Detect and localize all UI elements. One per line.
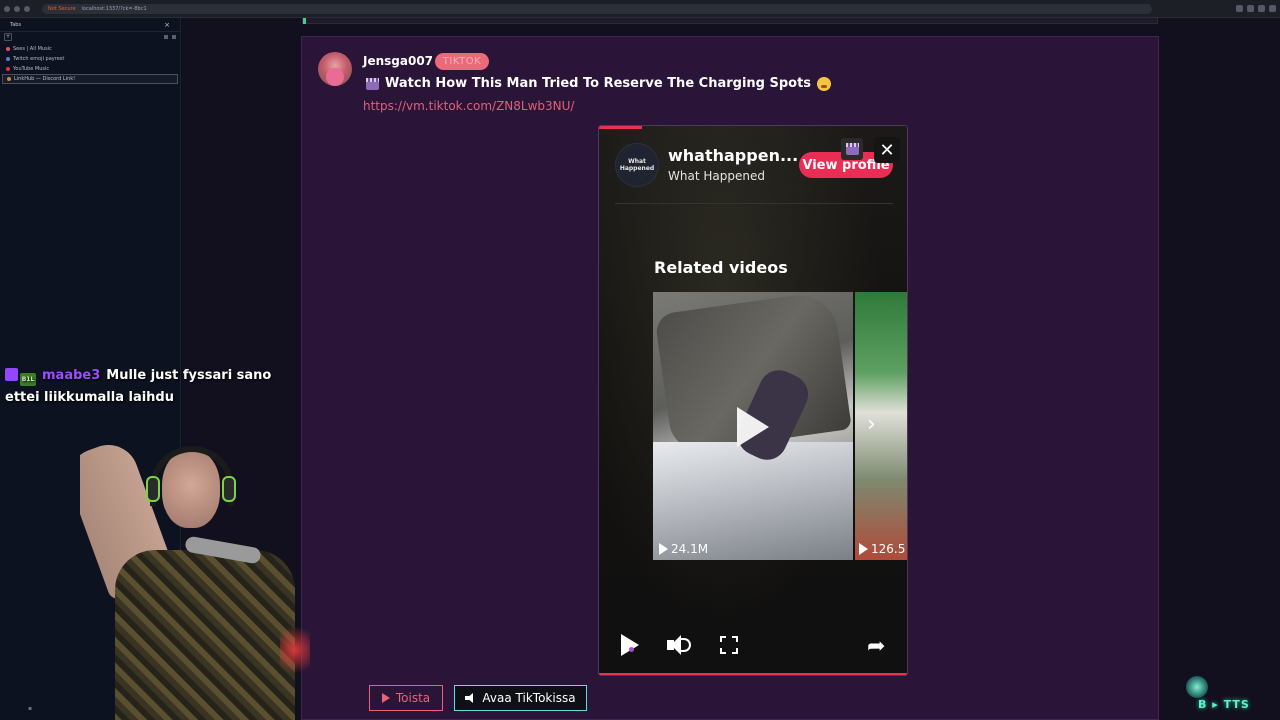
tab-favicon-icon: [6, 67, 10, 71]
grimace-emoji-icon: [817, 76, 832, 91]
bot-icon: [1186, 676, 1208, 698]
webcam-overlay: [80, 440, 310, 720]
security-indicator: Not Secure: [48, 5, 76, 12]
post-title: Watch How This Man Tried To Reserve The …: [385, 76, 812, 91]
sidebar-tab-item[interactable]: Sees | All Music: [2, 44, 178, 54]
tiktok-embed[interactable]: What Happened whathappen... What Happene…: [598, 125, 908, 676]
extension-icon[interactable]: [1236, 5, 1243, 12]
twitch-icon: [5, 368, 18, 381]
video-progress-bar[interactable]: [599, 126, 907, 129]
post-link[interactable]: https://vm.tiktok.com/ZN8Lwb3NU/: [363, 99, 574, 113]
view-count: 126.5: [859, 542, 905, 556]
view-count-text: 24.1M: [671, 542, 709, 556]
related-video-thumbnail[interactable]: [855, 292, 907, 560]
trash-icon[interactable]: ▪: [28, 705, 32, 712]
collapse-icon[interactable]: [164, 35, 168, 39]
forward-icon[interactable]: [14, 5, 20, 12]
close-icon[interactable]: ✕: [874, 137, 900, 163]
play-button-label: Toista: [395, 691, 431, 705]
video-progress-fill: [599, 126, 643, 129]
open-in-tiktok-button[interactable]: Avaa TikTokissa: [454, 685, 587, 711]
tts-badge: B ▸ TTS: [1140, 676, 1265, 716]
view-count-text: 126.5: [871, 542, 906, 556]
avatar[interactable]: [318, 52, 352, 86]
view-count: 24.1M: [659, 542, 708, 556]
sidebar-header: Tabs ×: [0, 18, 180, 32]
play-icon[interactable]: [737, 407, 769, 447]
speaker-icon: [465, 693, 476, 703]
chat-message: B1L maabe3 Mulle just fyssari sano ettei l…: [5, 365, 300, 409]
new-tab-button[interactable]: +: [4, 33, 12, 41]
sidebar-tab-item[interactable]: Twitch emoji payrest: [2, 54, 178, 64]
back-icon[interactable]: [4, 5, 10, 12]
sidebar-toolbar: +: [0, 32, 180, 42]
tab-favicon-icon: [7, 77, 11, 81]
post-title-row: Watch How This Man Tried To Reserve The …: [366, 76, 832, 91]
subscriber-badge: B1L: [20, 373, 36, 386]
previous-card-edge: [302, 18, 1158, 24]
fullscreen-icon[interactable]: [720, 636, 738, 654]
sidebar-tab-label: Twitch emoji payrest: [13, 56, 65, 62]
menu-icon[interactable]: [1269, 5, 1276, 12]
address-bar[interactable]: Not Secure localhost:1337/?ck=-8bc1: [42, 3, 1152, 14]
reload-icon[interactable]: [24, 5, 30, 12]
play-icon: [659, 543, 668, 555]
related-videos-heading: Related videos: [654, 258, 788, 277]
sidebar-tools: [164, 35, 176, 39]
clapper-icon[interactable]: [841, 138, 863, 160]
tab-favicon-icon: [6, 57, 10, 61]
extension-icon[interactable]: [1258, 5, 1265, 12]
sidebar-tab-label: Sees | All Music: [13, 46, 52, 52]
sidebar-title[interactable]: Tabs: [10, 22, 21, 28]
account-handle[interactable]: whathappen...: [668, 146, 798, 165]
channel-logo[interactable]: What Happened: [615, 143, 659, 187]
platform-badge: TIKTOK: [435, 53, 489, 70]
account-name: What Happened: [668, 169, 765, 183]
tts-label: B ▸ TTS: [1198, 698, 1250, 711]
tab-favicon-icon: [6, 47, 10, 51]
username[interactable]: Jensga007: [363, 54, 433, 68]
embed-bottom-accent: [599, 673, 907, 675]
open-in-tiktok-label: Avaa TikTokissa: [482, 691, 576, 705]
play-button[interactable]: Toista: [369, 685, 443, 711]
settings-icon[interactable]: [172, 35, 176, 39]
divider: [615, 203, 893, 204]
sidebar-tab-label: YouTube Music: [13, 66, 50, 72]
browser-extension-icons: [1236, 5, 1276, 12]
play-icon[interactable]: [621, 634, 639, 656]
chat-username: maabe3: [42, 368, 101, 383]
play-icon: [381, 693, 390, 703]
sidebar-tab-label: LinkHub — Discord Link!: [14, 76, 76, 82]
tab-list: Sees | All Music Twitch emoji payrest YouT…: [0, 42, 180, 86]
clapper-icon: [366, 77, 379, 90]
extension-icon[interactable]: [1247, 5, 1254, 12]
play-icon: [859, 543, 868, 555]
chevron-right-icon[interactable]: ›: [867, 412, 876, 437]
browser-toolbar: Not Secure localhost:1337/?ck=-8bc1: [0, 0, 1280, 18]
close-icon[interactable]: ×: [164, 21, 170, 29]
sidebar-tab-item[interactable]: LinkHub — Discord Link!: [2, 74, 178, 84]
volume-icon[interactable]: [667, 634, 691, 656]
share-icon[interactable]: ➦: [867, 634, 885, 659]
video-controls: ➦: [599, 626, 907, 666]
url-text: localhost:1337/?ck=-8bc1: [81, 5, 147, 12]
sidebar-tab-item[interactable]: YouTube Music: [2, 64, 178, 74]
